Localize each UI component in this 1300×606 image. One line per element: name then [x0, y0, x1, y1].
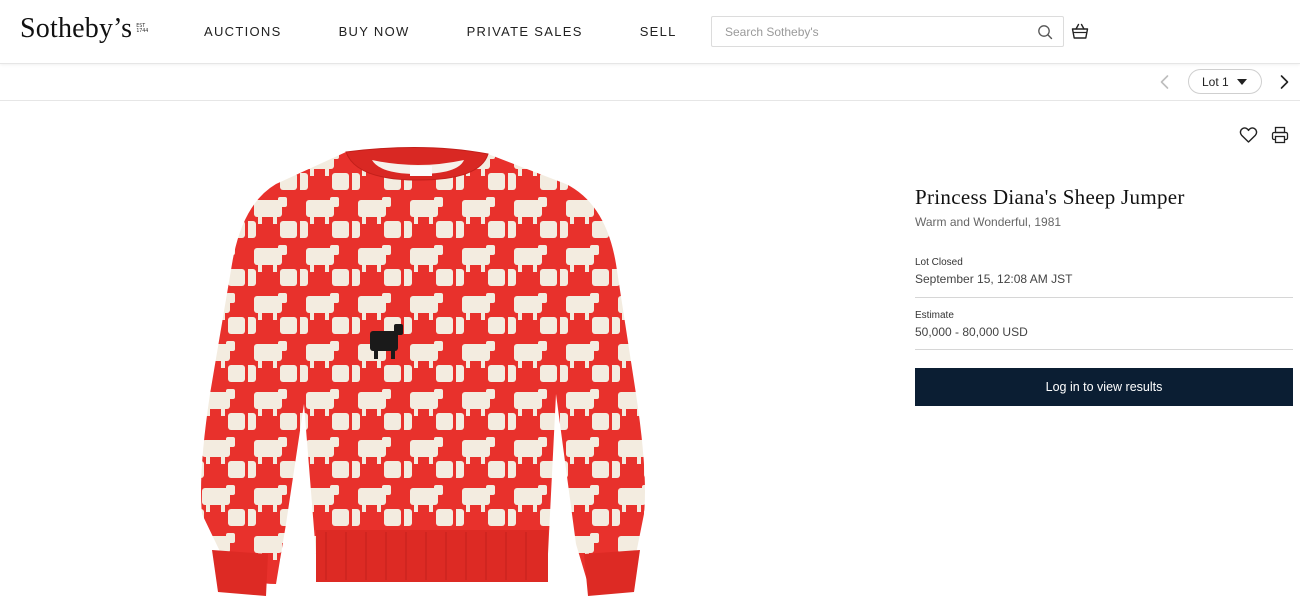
lot-status-field: Lot Closed September 15, 12:08 AM JST [915, 257, 1293, 298]
heart-icon[interactable] [1239, 126, 1258, 144]
shopping-basket-icon[interactable] [1070, 21, 1090, 41]
main-nav: AUCTIONS BUY NOW PRIVATE SALES SELL [204, 24, 734, 39]
search-input[interactable] [712, 17, 1012, 46]
nav-buy-now[interactable]: BUY NOW [339, 24, 410, 39]
lot-selector-dropdown[interactable]: Lot 1 [1188, 69, 1262, 94]
nav-sell[interactable]: SELL [640, 24, 677, 39]
logo-est-year: 1744 [136, 28, 149, 34]
nav-private-sales[interactable]: PRIVATE SALES [467, 24, 583, 39]
estimate-label: Estimate [915, 310, 954, 321]
lot-details: Princess Diana's Sheep Jumper Warm and W… [915, 184, 1293, 406]
search-icon[interactable] [1037, 24, 1053, 40]
lot-subtitle: Warm and Wonderful, 1981 [915, 215, 1062, 229]
nav-auctions[interactable]: AUCTIONS [204, 24, 282, 39]
lot-navigation-bar: Lot 1 [0, 64, 1300, 101]
logo-wordmark: Sotheby’s [20, 13, 133, 44]
login-to-view-results-button[interactable]: Log in to view results [915, 368, 1293, 406]
caret-down-icon [1237, 79, 1247, 85]
sothebys-logo[interactable]: Sotheby’s EST 1744 [20, 12, 148, 46]
lot-title: Princess Diana's Sheep Jumper [915, 185, 1185, 209]
previous-lot-chevron-icon[interactable] [1156, 73, 1174, 91]
estimate-field: Estimate 50,000 - 80,000 USD [915, 310, 1293, 350]
logo-established: EST 1744 [136, 24, 148, 34]
next-lot-chevron-icon[interactable] [1275, 73, 1293, 91]
lot-status-value: September 15, 12:08 AM JST [915, 272, 1073, 286]
site-header: Sotheby’s EST 1744 AUCTIONS BUY NOW PRIV… [0, 0, 1300, 64]
search-box [711, 16, 1064, 47]
printer-icon[interactable] [1271, 126, 1289, 144]
lot-selector-label: Lot 1 [1202, 74, 1229, 89]
estimate-value: 50,000 - 80,000 USD [915, 325, 1028, 339]
product-image[interactable] [196, 144, 656, 600]
lot-status-label: Lot Closed [915, 257, 963, 268]
